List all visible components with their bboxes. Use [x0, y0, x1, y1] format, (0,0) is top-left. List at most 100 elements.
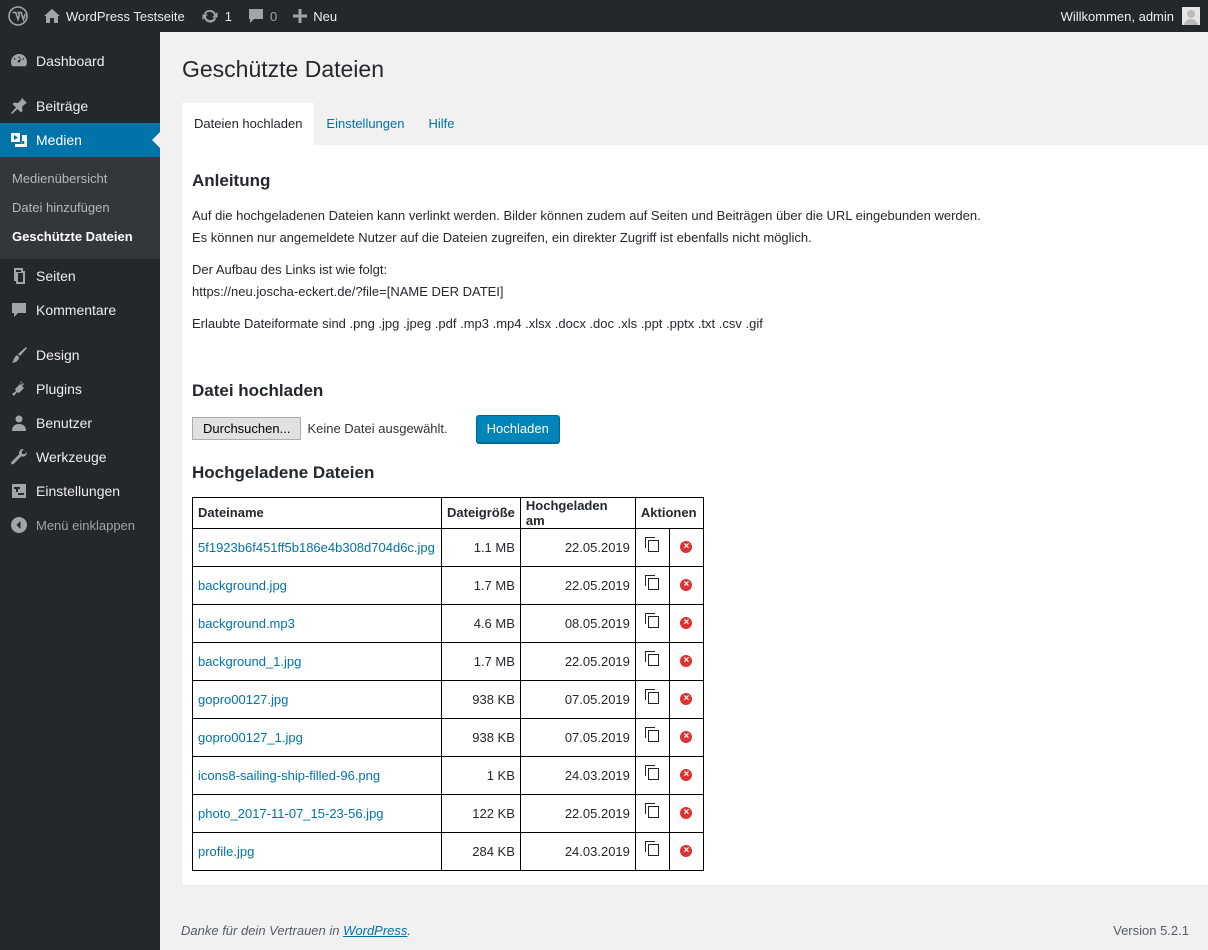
copy-link-button[interactable] — [634, 527, 670, 567]
copy-link-button[interactable] — [634, 831, 670, 871]
copy-link-button[interactable] — [634, 679, 670, 719]
copy-link-button[interactable] — [634, 565, 670, 605]
delete-button[interactable]: × — [668, 527, 704, 567]
sidebar-item-media[interactable]: Medien — [0, 123, 160, 157]
updates-link[interactable]: 1 — [193, 0, 240, 32]
sidebar-item-posts[interactable]: Beiträge — [0, 89, 160, 123]
copy-icon — [645, 688, 660, 704]
file-size: 938 KB — [441, 717, 521, 757]
upload-button[interactable]: Hochladen — [475, 414, 560, 443]
file-name-link[interactable]: profile.jpg — [192, 831, 442, 871]
sidebar-item-label: Seiten — [36, 268, 76, 284]
account-menu[interactable]: Willkommen, admin — [1053, 0, 1208, 32]
sidebar-item-comments[interactable]: Kommentare — [0, 293, 160, 327]
copy-link-button[interactable] — [634, 755, 670, 795]
file-name-link[interactable]: 5f1923b6f451ff5b186e4b308d704d6c.jpg — [192, 527, 442, 567]
files-table: Dateiname Dateigröße Hochgeladen am Akti… — [192, 496, 704, 871]
file-size: 284 KB — [441, 831, 521, 871]
table-row: background.jpg 1.7 MB 22.05.2019 × — [192, 565, 704, 605]
refresh-icon — [201, 8, 219, 24]
comments-icon — [9, 300, 29, 320]
delete-icon: × — [680, 616, 693, 629]
submenu-item-library[interactable]: Medienübersicht — [0, 164, 160, 193]
delete-button[interactable]: × — [668, 717, 704, 757]
greeting-text: Willkommen, admin — [1060, 8, 1174, 24]
file-name-link[interactable]: gopro00127.jpg — [192, 679, 442, 719]
file-date: 22.05.2019 — [519, 565, 636, 605]
table-row: 5f1923b6f451ff5b186e4b308d704d6c.jpg 1.1 … — [192, 527, 704, 567]
tab-panel: Anleitung Auf die hochgeladenen Dateien … — [182, 144, 1208, 885]
sidebar-item-label: Dashboard — [36, 53, 105, 69]
table-body: 5f1923b6f451ff5b186e4b308d704d6c.jpg 1.1 … — [192, 527, 704, 871]
file-name-link[interactable]: icons8-sailing-ship-filled-96.png — [192, 755, 442, 795]
table-header-row: Dateiname Dateigröße Hochgeladen am Akti… — [192, 496, 704, 529]
submenu-item-protected-files[interactable]: Geschützte Dateien — [0, 222, 160, 251]
main-content: Geschützte Dateien Dateien hochladen Ein… — [182, 32, 1208, 885]
collapse-menu-button[interactable]: Menü einklappen — [0, 508, 160, 542]
copy-link-button[interactable] — [634, 603, 670, 643]
copy-link-button[interactable] — [634, 717, 670, 757]
copy-icon — [645, 574, 660, 590]
file-name-link[interactable]: background_1.jpg — [192, 641, 442, 681]
file-name-link[interactable]: gopro00127_1.jpg — [192, 717, 442, 757]
copy-icon — [645, 764, 660, 780]
delete-button[interactable]: × — [668, 641, 704, 681]
file-date: 22.05.2019 — [519, 527, 636, 567]
delete-icon: × — [680, 806, 693, 819]
file-name-link[interactable]: background.mp3 — [192, 603, 442, 643]
delete-icon: × — [680, 654, 693, 667]
file-size: 938 KB — [441, 679, 521, 719]
tab-bar: Dateien hochladen Einstellungen Hilfe — [182, 102, 1208, 145]
file-name-link[interactable]: photo_2017-11-07_15-23-56.jpg — [192, 793, 442, 833]
file-date: 08.05.2019 — [519, 603, 636, 643]
sidebar-item-label: Beiträge — [36, 98, 89, 114]
sidebar-item-design[interactable]: Design — [0, 338, 160, 372]
tab-help[interactable]: Hilfe — [416, 103, 466, 145]
delete-button[interactable]: × — [668, 831, 704, 871]
file-date: 07.05.2019 — [519, 717, 636, 757]
sidebar-item-plugins[interactable]: Plugins — [0, 372, 160, 406]
users-icon — [9, 413, 29, 433]
wordpress-link[interactable]: WordPress — [343, 923, 407, 938]
site-name-link[interactable]: WordPress Testseite — [36, 0, 193, 32]
media-icon — [9, 130, 29, 150]
delete-button[interactable]: × — [668, 755, 704, 795]
upload-heading: Datei hochladen — [192, 380, 324, 400]
table-row: background.mp3 4.6 MB 08.05.2019 × — [192, 603, 704, 643]
delete-button[interactable]: × — [668, 793, 704, 833]
wordpress-logo-icon[interactable] — [0, 0, 36, 32]
table-row: background_1.jpg 1.7 MB 22.05.2019 × — [192, 641, 704, 681]
file-size: 1.7 MB — [441, 565, 521, 605]
instructions-heading: Anleitung — [192, 170, 271, 190]
submenu-item-add-new[interactable]: Datei hinzufügen — [0, 193, 160, 222]
sidebar-item-users[interactable]: Benutzer — [0, 406, 160, 440]
sidebar-item-pages[interactable]: Seiten — [0, 259, 160, 293]
admin-sidebar: Dashboard Beiträge Medien Medienübersich… — [0, 32, 160, 950]
copy-icon — [645, 650, 660, 666]
file-date: 24.03.2019 — [519, 831, 636, 871]
link-format-text: Der Aufbau des Links ist wie folgt: http… — [192, 259, 1198, 303]
browse-button[interactable]: Durchsuchen... — [192, 417, 302, 441]
new-label: Neu — [313, 8, 338, 24]
settings-icon — [9, 481, 29, 501]
copy-icon — [645, 802, 660, 818]
copy-link-button[interactable] — [634, 793, 670, 833]
sidebar-item-label: Einstellungen — [36, 483, 121, 499]
copy-link-button[interactable] — [634, 641, 670, 681]
comments-link[interactable]: 0 — [240, 0, 285, 32]
new-content-link[interactable]: Neu — [285, 0, 345, 32]
column-actions: Aktionen — [634, 496, 704, 529]
delete-button[interactable]: × — [668, 565, 704, 605]
sidebar-item-settings[interactable]: Einstellungen — [0, 474, 160, 508]
sidebar-item-tools[interactable]: Werkzeuge — [0, 440, 160, 474]
tab-settings[interactable]: Einstellungen — [314, 103, 416, 145]
link-format: https://neu.joscha-eckert.de/?file=[NAME… — [192, 283, 504, 299]
file-name-link[interactable]: background.jpg — [192, 565, 442, 605]
sidebar-item-label: Plugins — [36, 381, 82, 397]
delete-button[interactable]: × — [668, 603, 704, 643]
file-date: 22.05.2019 — [519, 641, 636, 681]
tab-upload[interactable]: Dateien hochladen — [182, 102, 315, 145]
sidebar-item-dashboard[interactable]: Dashboard — [0, 44, 160, 78]
delete-button[interactable]: × — [668, 679, 704, 719]
home-icon — [44, 9, 60, 23]
